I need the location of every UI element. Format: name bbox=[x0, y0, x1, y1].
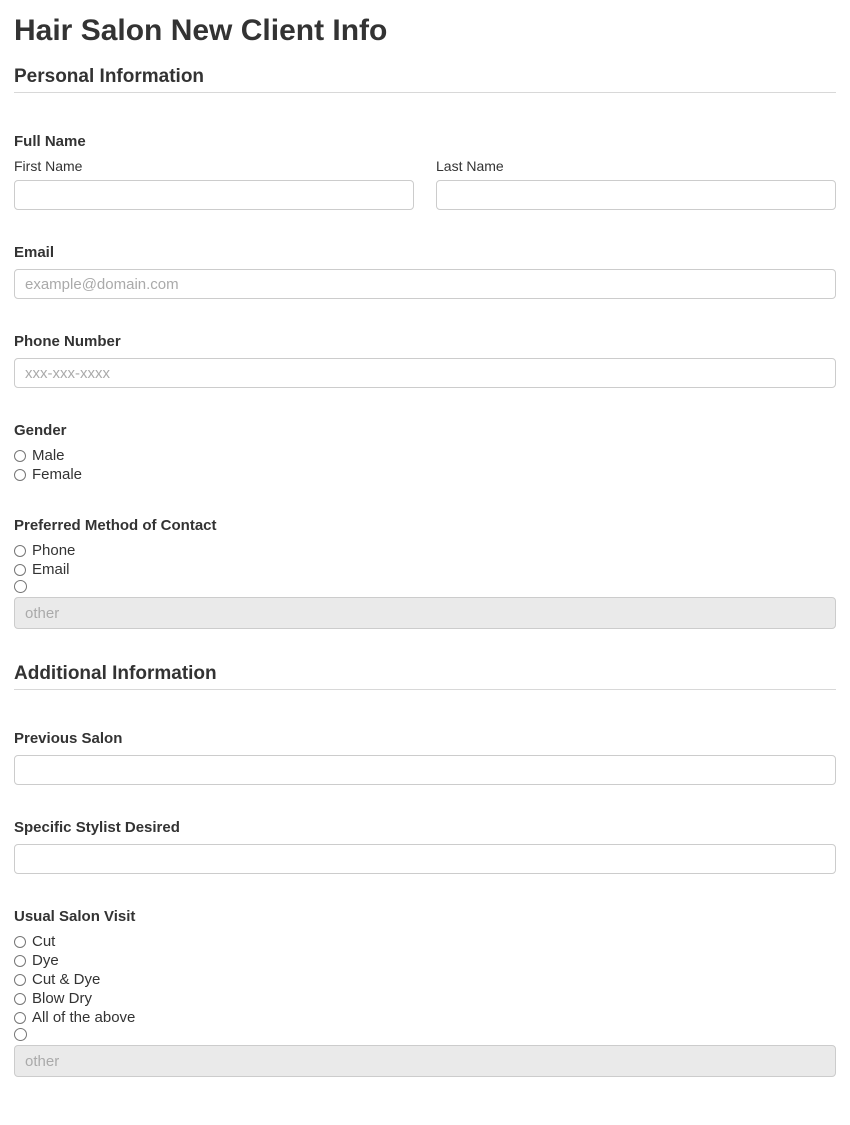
visit-option-label: Blow Dry bbox=[32, 990, 92, 1007]
usual-visit-label: Usual Salon Visit bbox=[14, 908, 836, 925]
contact-radio-other[interactable] bbox=[14, 580, 27, 593]
last-name-input[interactable] bbox=[436, 180, 836, 210]
visit-radio-blow-dry[interactable] bbox=[14, 993, 26, 1005]
visit-radio-dye[interactable] bbox=[14, 955, 26, 967]
field-usual-visit: Usual Salon Visit Cut Dye Cut & Dye Blow… bbox=[14, 908, 836, 1077]
visit-option-label: Dye bbox=[32, 952, 59, 969]
visit-other-input[interactable] bbox=[14, 1045, 836, 1077]
contact-method-label: Preferred Method of Contact bbox=[14, 517, 836, 534]
contact-option-label: Email bbox=[32, 561, 70, 578]
gender-option-label: Female bbox=[32, 466, 82, 483]
field-full-name: Full Name First Name Last Name bbox=[14, 133, 836, 210]
gender-label: Gender bbox=[14, 422, 836, 439]
visit-radio-cut-dye[interactable] bbox=[14, 974, 26, 986]
phone-label: Phone Number bbox=[14, 333, 836, 350]
contact-radio-email[interactable] bbox=[14, 564, 26, 576]
gender-radio-male[interactable] bbox=[14, 450, 26, 462]
visit-option-label: Cut bbox=[32, 933, 55, 950]
stylist-label: Specific Stylist Desired bbox=[14, 819, 836, 836]
gender-radio-female[interactable] bbox=[14, 469, 26, 481]
first-name-input[interactable] bbox=[14, 180, 414, 210]
field-stylist: Specific Stylist Desired bbox=[14, 819, 836, 874]
phone-input[interactable] bbox=[14, 358, 836, 388]
visit-option-label: Cut & Dye bbox=[32, 971, 100, 988]
field-contact-method: Preferred Method of Contact Phone Email bbox=[14, 517, 836, 629]
stylist-input[interactable] bbox=[14, 844, 836, 874]
previous-salon-label: Previous Salon bbox=[14, 730, 836, 747]
field-phone: Phone Number bbox=[14, 333, 836, 388]
page-title: Hair Salon New Client Info bbox=[14, 14, 836, 48]
gender-option-label: Male bbox=[32, 447, 65, 464]
first-name-label: First Name bbox=[14, 158, 414, 174]
section-heading-additional: Additional Information bbox=[14, 663, 836, 690]
visit-option-label: All of the above bbox=[32, 1009, 135, 1026]
contact-radio-phone[interactable] bbox=[14, 545, 26, 557]
field-gender: Gender Male Female bbox=[14, 422, 836, 483]
full-name-label: Full Name bbox=[14, 133, 836, 150]
field-previous-salon: Previous Salon bbox=[14, 730, 836, 785]
section-heading-personal: Personal Information bbox=[14, 66, 836, 93]
visit-radio-other[interactable] bbox=[14, 1028, 27, 1041]
email-input[interactable] bbox=[14, 269, 836, 299]
contact-other-input[interactable] bbox=[14, 597, 836, 629]
visit-radio-cut[interactable] bbox=[14, 936, 26, 948]
previous-salon-input[interactable] bbox=[14, 755, 836, 785]
visit-radio-all[interactable] bbox=[14, 1012, 26, 1024]
contact-option-label: Phone bbox=[32, 542, 75, 559]
field-email: Email bbox=[14, 244, 836, 299]
email-label: Email bbox=[14, 244, 836, 261]
last-name-label: Last Name bbox=[436, 158, 836, 174]
